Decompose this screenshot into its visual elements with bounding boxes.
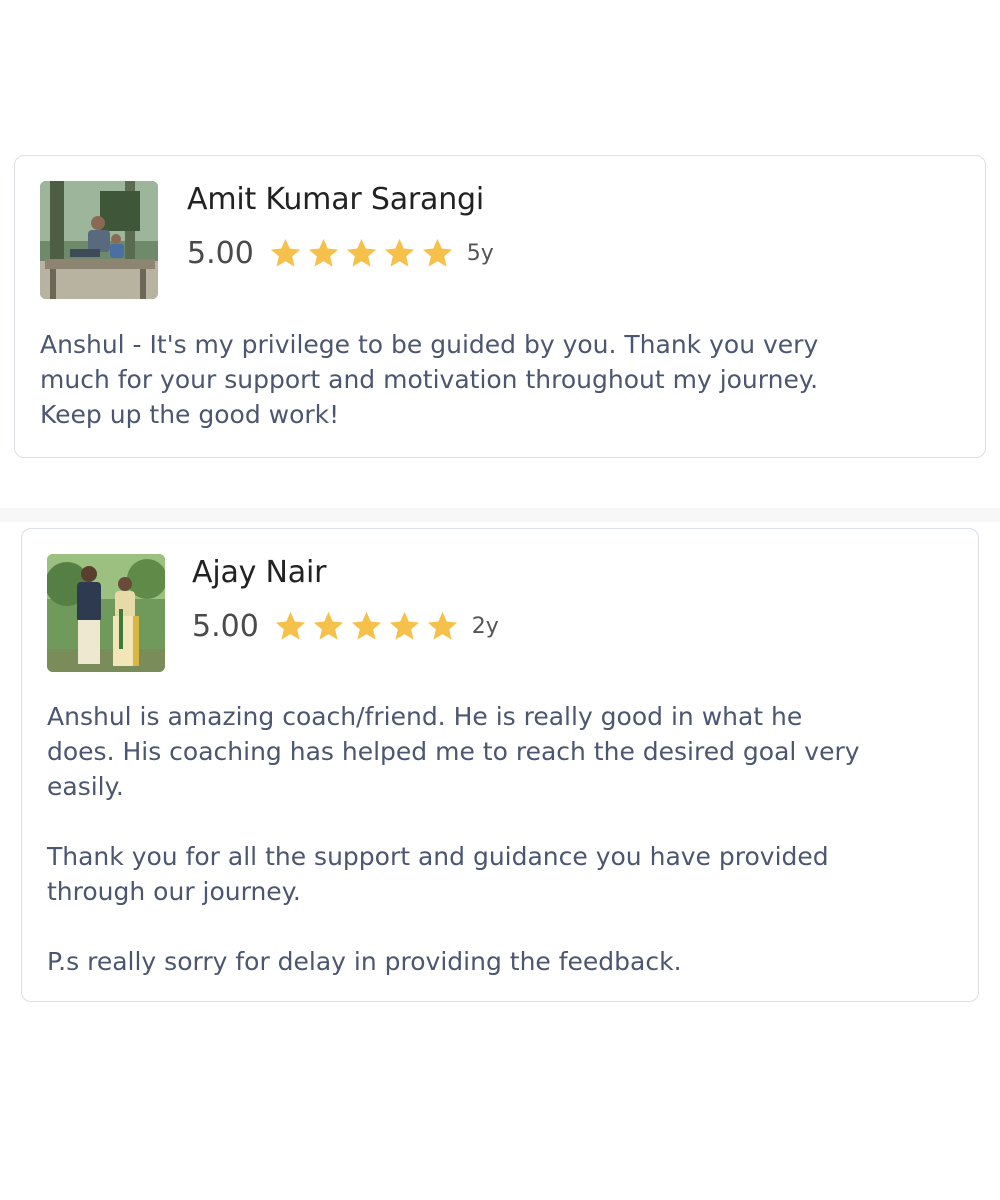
reviewer-photo-image bbox=[40, 181, 158, 299]
reviewer-photo-image bbox=[47, 554, 165, 672]
star-icon bbox=[346, 238, 376, 267]
avatar[interactable] bbox=[47, 554, 165, 672]
star-icon bbox=[308, 238, 338, 267]
reviewer-name[interactable]: Ajay Nair bbox=[192, 555, 326, 590]
review-line: much for your support and motivation thr… bbox=[40, 365, 819, 394]
star-icon bbox=[351, 611, 381, 640]
star-icon bbox=[427, 611, 457, 640]
review-line: through our journey. bbox=[47, 877, 301, 906]
rating-row: 5.00 5y bbox=[187, 236, 494, 271]
review-line: Thank you for all the support and guidan… bbox=[47, 842, 829, 871]
avatar[interactable] bbox=[40, 181, 158, 299]
star-icon bbox=[422, 238, 452, 267]
section-divider bbox=[0, 508, 1000, 522]
rating-score: 5.00 bbox=[187, 236, 254, 271]
review-card: Amit Kumar Sarangi 5.00 5y Anshul - It's… bbox=[14, 155, 986, 458]
star-icon bbox=[275, 611, 305, 640]
review-line: P.s really sorry for delay in providing … bbox=[47, 947, 682, 976]
star-rating bbox=[268, 236, 455, 271]
review-line-blank bbox=[47, 909, 967, 944]
review-line: Keep up the good work! bbox=[40, 400, 340, 429]
review-text: Anshul is amazing coach/friend. He is re… bbox=[47, 699, 967, 979]
star-icon bbox=[270, 238, 300, 267]
rating-row: 5.00 2y bbox=[192, 609, 499, 644]
review-line: Anshul - It's my privilege to be guided … bbox=[40, 330, 819, 359]
review-line: easily. bbox=[47, 772, 124, 801]
review-text: Anshul - It's my privilege to be guided … bbox=[40, 327, 970, 432]
star-rating bbox=[273, 609, 460, 644]
review-line: does. His coaching has helped me to reac… bbox=[47, 737, 860, 766]
star-icon bbox=[389, 611, 419, 640]
reviewer-name[interactable]: Amit Kumar Sarangi bbox=[187, 182, 484, 217]
review-line: Anshul is amazing coach/friend. He is re… bbox=[47, 702, 803, 731]
review-age: 2y bbox=[471, 614, 499, 639]
rating-score: 5.00 bbox=[192, 609, 259, 644]
review-line-blank bbox=[47, 804, 967, 839]
star-icon bbox=[313, 611, 343, 640]
star-icon bbox=[384, 238, 414, 267]
review-age: 5y bbox=[466, 241, 494, 266]
review-card: Ajay Nair 5.00 2y Anshul is amazing coac… bbox=[21, 528, 979, 1002]
